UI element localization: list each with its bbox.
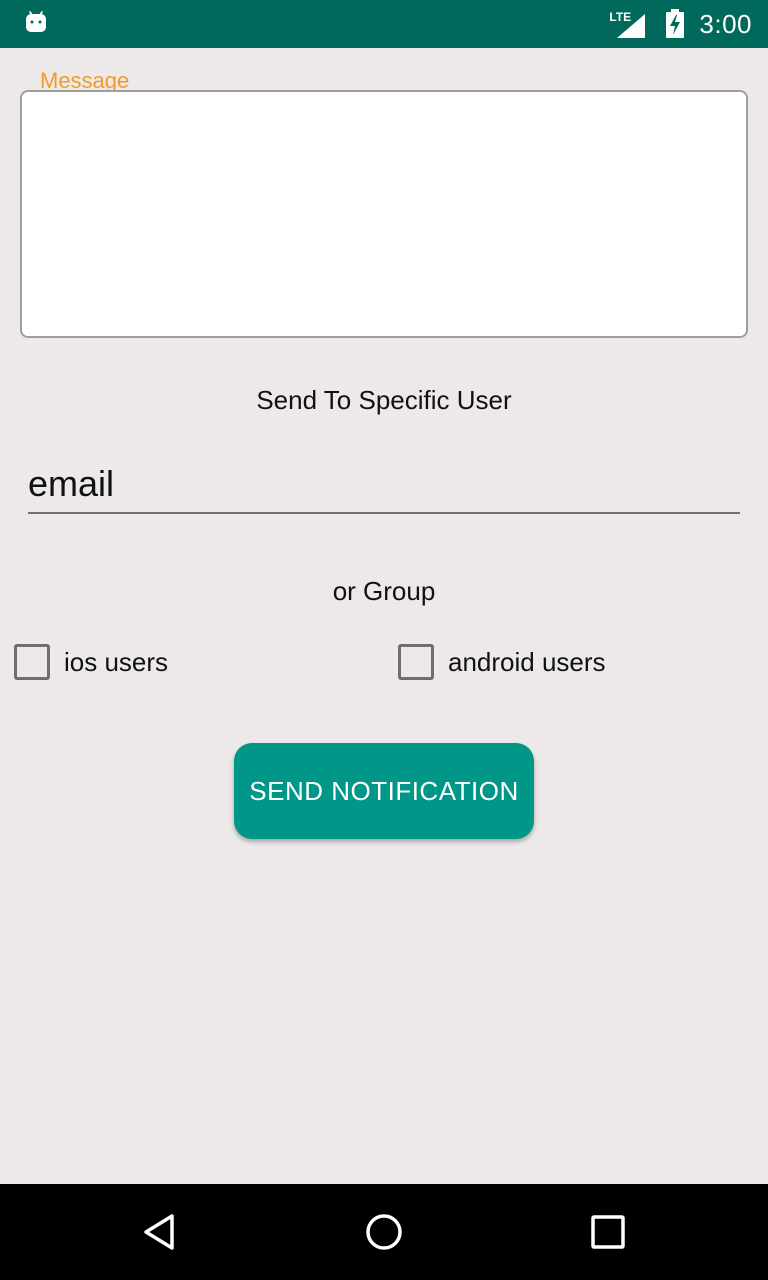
email-field[interactable]: email	[28, 458, 740, 514]
ios-users-checkbox[interactable]: ios users	[14, 642, 168, 682]
status-time: 3:00	[699, 8, 752, 39]
android-users-label: android users	[448, 646, 606, 677]
android-users-checkbox[interactable]: android users	[398, 642, 606, 682]
home-circle-icon[interactable]	[356, 1204, 412, 1260]
recents-square-icon[interactable]	[580, 1204, 636, 1260]
android-robot-icon	[26, 11, 46, 32]
cell-signal-icon: LTE	[609, 8, 649, 40]
checkbox-box[interactable]	[14, 644, 50, 680]
battery-charging-icon	[666, 9, 685, 38]
specific-user-heading: Send To Specific User	[256, 385, 512, 415]
send-notification-label: SEND NOTIFICATION	[249, 775, 519, 806]
status-bar: LTE 3:00	[0, 0, 768, 48]
send-notification-button[interactable]: SEND NOTIFICATION	[234, 743, 534, 839]
network-type-label: LTE	[609, 10, 632, 24]
checkbox-box[interactable]	[398, 644, 434, 680]
navigation-bar	[0, 1184, 768, 1280]
message-input[interactable]	[20, 90, 748, 338]
back-triangle-icon[interactable]	[132, 1204, 188, 1260]
ios-users-label: ios users	[64, 646, 169, 677]
group-heading: or Group	[332, 576, 436, 606]
email-placeholder: email	[28, 463, 115, 504]
status-indicators: LTE 3:00	[609, 0, 752, 48]
